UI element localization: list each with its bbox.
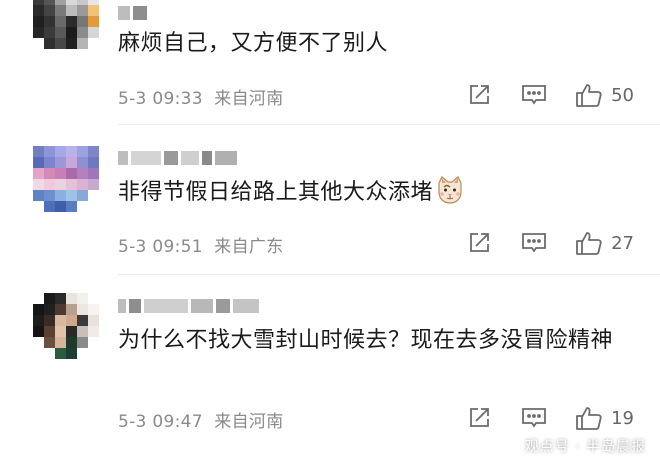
comment-icon: [522, 233, 546, 253]
comment-text: 非得节假日给路上其他大众添堵: [118, 175, 638, 211]
share-icon: [470, 408, 489, 427]
comment-item-2: 非得节假日给路上其他大众添堵 5-3 09:51 来自广东 27: [0, 125, 660, 275]
comment-text: 为什么不找大雪封山时候去？现在去多没冒险精神: [118, 328, 614, 353]
avatar[interactable]: [33, 293, 99, 359]
watermark: 观点号 · 半岛晨报: [524, 439, 646, 455]
comment-button[interactable]: [521, 83, 547, 107]
comment-icon: [522, 408, 546, 428]
comment-date: 5-3 09:33: [118, 89, 203, 109]
thumbs-up-icon: [576, 407, 602, 430]
username-redacted[interactable]: [118, 2, 150, 24]
comment-date: 5-3 09:51: [118, 237, 203, 257]
like-button[interactable]: 27: [575, 230, 634, 256]
comment-icon: [522, 85, 546, 105]
comment-location: 来自广东: [214, 237, 284, 257]
comment-actions: 27: [467, 228, 634, 258]
comment-item-1: 麻烦自己，又方便不了别人 5-3 09:33 来自河南 50: [0, 0, 660, 125]
like-count: 50: [611, 84, 634, 106]
like-count: 19: [611, 407, 634, 429]
share-button[interactable]: [467, 83, 491, 107]
share-icon: [470, 85, 489, 104]
comment-actions: 50: [467, 80, 634, 110]
comment-meta: 5-3 09:51 来自广东: [118, 232, 284, 257]
comment-location: 来自河南: [214, 89, 284, 109]
comment-button[interactable]: [521, 231, 547, 255]
comment-date: 5-3 09:47: [118, 412, 203, 432]
username-redacted[interactable]: [118, 295, 262, 317]
like-button[interactable]: 19: [575, 405, 634, 431]
share-button[interactable]: [467, 231, 491, 255]
comment-meta: 5-3 09:47 来自河南: [118, 407, 284, 432]
avatar[interactable]: [33, 146, 99, 212]
comment-location: 来自河南: [214, 412, 284, 432]
thumbs-up-icon: [576, 84, 602, 107]
comment-item-3: 为什么不找大雪封山时候去？现在去多没冒险精神 5-3 09:47 来自河南 19: [0, 275, 660, 462]
like-button[interactable]: 50: [575, 82, 634, 108]
cat-face-emoji-icon: [435, 175, 465, 205]
share-button[interactable]: [467, 406, 491, 430]
comment-meta: 5-3 09:33 来自河南: [118, 84, 284, 109]
comment-button[interactable]: [521, 406, 547, 430]
comment-text-content: 非得节假日给路上其他大众添堵: [118, 180, 434, 205]
username-redacted[interactable]: [118, 147, 240, 169]
thumbs-up-icon: [576, 232, 602, 255]
share-icon: [470, 233, 489, 252]
avatar[interactable]: [33, 0, 99, 60]
comment-actions: 19: [467, 403, 634, 433]
like-count: 27: [611, 232, 634, 254]
comment-text: 麻烦自己，又方便不了别人: [118, 31, 389, 56]
